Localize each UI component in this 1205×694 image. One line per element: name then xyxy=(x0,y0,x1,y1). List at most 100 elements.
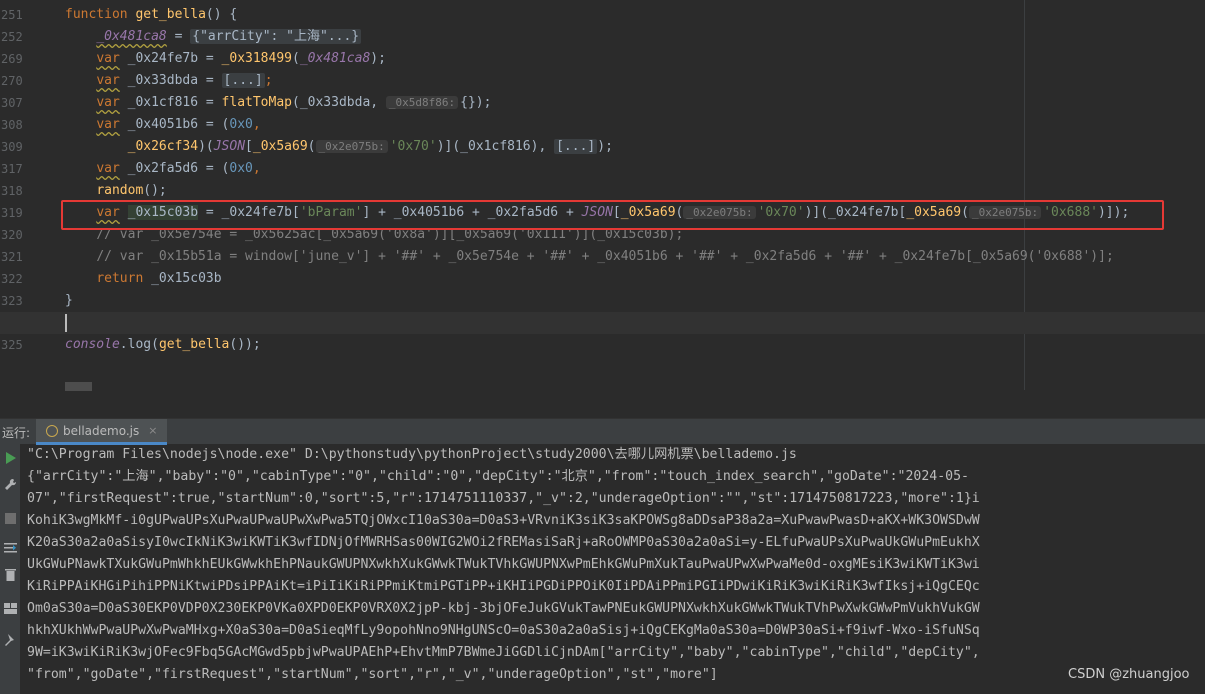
code-line[interactable]: _0x481ca8 = {"arrCity": "上海"...} xyxy=(65,26,1205,48)
keyword-token: return xyxy=(96,271,144,286)
line-number: 308 xyxy=(1,118,23,132)
function-name-token: _0x318499 xyxy=(221,51,292,66)
code-token: ( xyxy=(307,139,316,154)
run-tab-bellademo[interactable]: bellademo.js × xyxy=(36,419,168,445)
line-number: 325 xyxy=(1,338,23,352)
code-line[interactable]: var _0x1cf816 = flatToMap(_0x33dbda, _0x… xyxy=(65,92,1205,114)
stop-icon[interactable] xyxy=(2,510,18,526)
line-number: 309 xyxy=(1,140,23,154)
code-lines[interactable]: function get_bella() { _0x481ca8 = {"arr… xyxy=(0,4,1205,356)
console-output-line: hkhXUkhWwPwaUPwXwPwaMHxg+X0aS30a=D0aSieq… xyxy=(27,623,980,638)
code-token: = _0x24fe7b[ xyxy=(198,205,300,220)
folded-region: [...] xyxy=(221,73,265,88)
console-output-line: UkGWuPNawkTXukGWuPmWhkhEUkGWwkhEhPNaukGW… xyxy=(27,557,980,572)
soft-wrap-icon[interactable] xyxy=(2,540,18,556)
code-line[interactable]: // var _0x5e754e = _0x5625ac[_0x5a69('0x… xyxy=(65,224,1205,246)
line-number: 251 xyxy=(1,8,23,22)
code-token: {}); xyxy=(460,95,492,110)
code-token: ( xyxy=(961,205,969,220)
layout-icon[interactable] xyxy=(2,600,18,616)
function-name-token: _0x26cf34 xyxy=(127,139,199,154)
code-token: _0x2fa5d6 = ( xyxy=(119,161,230,176)
horizontal-scrollbar-thumb[interactable] xyxy=(65,382,92,391)
code-token: ); xyxy=(597,139,613,154)
code-token: )( xyxy=(198,139,214,154)
function-name-token: get_bella xyxy=(135,7,206,22)
folded-region: {"arrCity": "上海"...} xyxy=(190,29,362,44)
console-output-line: "from","goDate","firstRequest","startNum… xyxy=(27,667,718,682)
keyword-token: var xyxy=(96,51,120,66)
code-line[interactable] xyxy=(0,312,1205,334)
line-number: 252 xyxy=(1,30,23,44)
run-icon[interactable] xyxy=(2,450,18,466)
function-name-token: _0x5a69 xyxy=(620,205,676,220)
console-output-line: {"arrCity":"上海","baby":"0","cabinType":"… xyxy=(27,469,969,484)
run-console-output[interactable]: "C:\Program Files\nodejs\node.exe" D:\py… xyxy=(27,444,1197,694)
code-token: , xyxy=(252,161,261,176)
console-output-line: 07","firstRequest":true,"startNum":0,"so… xyxy=(27,491,980,506)
line-number: 269 xyxy=(1,52,23,66)
code-line[interactable]: var _0x15c03b = _0x24fe7b['bParam'] + _0… xyxy=(65,202,1205,224)
function-name-token: get_bella xyxy=(158,337,230,352)
close-icon[interactable]: × xyxy=(148,424,157,437)
wrench-icon[interactable] xyxy=(2,476,18,492)
console-output-line: KohiK3wgMkMf-i0gUPwaUPsXuPwaUPwaUPwXwPwa… xyxy=(27,513,980,528)
folded-region: [...] xyxy=(554,139,598,154)
parameter-hint: _0x2e075b: xyxy=(683,206,756,219)
line-number: 270 xyxy=(1,74,23,88)
keyword-token: var xyxy=(96,205,120,220)
code-line[interactable]: console.log(get_bella()); xyxy=(65,334,1205,356)
variable-token: _0x481ca8 xyxy=(299,51,371,66)
code-line[interactable]: random(); xyxy=(65,180,1205,202)
trash-icon[interactable] xyxy=(2,566,18,582)
function-name-token: _0x5a69 xyxy=(906,205,962,220)
code-line[interactable]: // var _0x15b51a = window['june_v'] + '#… xyxy=(65,246,1205,268)
variable-token: _0x481ca8 xyxy=(96,29,167,44)
text-cursor xyxy=(65,313,67,332)
code-token: ; xyxy=(264,73,273,88)
parameter-hint: _0x2e075b: xyxy=(968,206,1042,219)
code-token: )]); xyxy=(1097,205,1130,220)
code-line[interactable]: var _0x2fa5d6 = (0x0, xyxy=(65,158,1205,180)
console-output-line: 9W=iK3wiKiRiK3wjOFec9Fbq5GAcMGwd5pbjwPwa… xyxy=(27,645,980,660)
highlighted-variable: _0x15c03b xyxy=(127,205,199,220)
line-number: 320 xyxy=(1,228,23,242)
global-object-token: JSON xyxy=(581,205,613,220)
console-output-line: Om0aS30a=D0aS30EKP0VDP0X230EKP0VKa0XPD0E… xyxy=(27,601,980,616)
code-line[interactable]: } xyxy=(65,290,1205,312)
line-number: 319 xyxy=(1,206,23,220)
global-object-token: console xyxy=(65,337,120,352)
run-tool-window-header: 运行: bellademo.js × xyxy=(0,418,1205,445)
code-token: () { xyxy=(205,7,238,22)
keyword-token: function xyxy=(65,7,128,22)
string-token: '0x70' xyxy=(389,139,437,154)
code-editor[interactable]: 251 252 269 270 307 308 309 317 318 319 320 321 322 3… xyxy=(0,0,1205,412)
code-line[interactable]: var _0x4051b6 = (0x0, xyxy=(65,114,1205,136)
code-token: ( xyxy=(292,51,300,66)
code-line[interactable]: return _0x15c03b xyxy=(65,268,1205,290)
code-token: ] + _0x4051b6 + _0x2fa5d6 + xyxy=(362,205,582,220)
comment-token: // var _0x15b51a = window['june_v'] + '#… xyxy=(96,249,1114,264)
code-line[interactable]: function get_bella() { xyxy=(65,4,1205,26)
pin-icon[interactable] xyxy=(2,632,18,648)
code-token: (); xyxy=(143,183,167,198)
line-number: 323 xyxy=(1,294,23,308)
number-token: 0x0 xyxy=(229,161,253,176)
fold-gutter[interactable] xyxy=(54,0,62,412)
code-token: ); xyxy=(370,51,386,66)
code-line[interactable]: var _0x24fe7b = _0x318499(_0x481ca8); xyxy=(65,48,1205,70)
line-number: 307 xyxy=(1,96,23,110)
code-token: .log( xyxy=(119,337,159,352)
line-number: 322 xyxy=(1,272,23,286)
run-label: 运行: xyxy=(2,426,31,440)
keyword-token: var xyxy=(96,95,120,110)
code-token: _0x4051b6 = ( xyxy=(119,117,230,132)
console-output-line: KiRiPPAiKHGiPihiPPNiKtwiPDsiPPAiKt=iPiIi… xyxy=(27,579,980,594)
code-token: _0x24fe7b = xyxy=(119,51,222,66)
function-name-token: random xyxy=(96,183,144,198)
code-token: ()); xyxy=(229,337,261,352)
keyword-token: var xyxy=(96,161,120,176)
code-line[interactable]: var _0x33dbda = [...]; xyxy=(65,70,1205,92)
code-line[interactable]: _0x26cf34)(JSON[_0x5a69(_0x2e075b: '0x70'… xyxy=(65,136,1205,158)
console-output-line: K20aS30a2a0aSisyI0wcIkNiK3wiKWTiK3wfIDNj… xyxy=(27,535,980,550)
